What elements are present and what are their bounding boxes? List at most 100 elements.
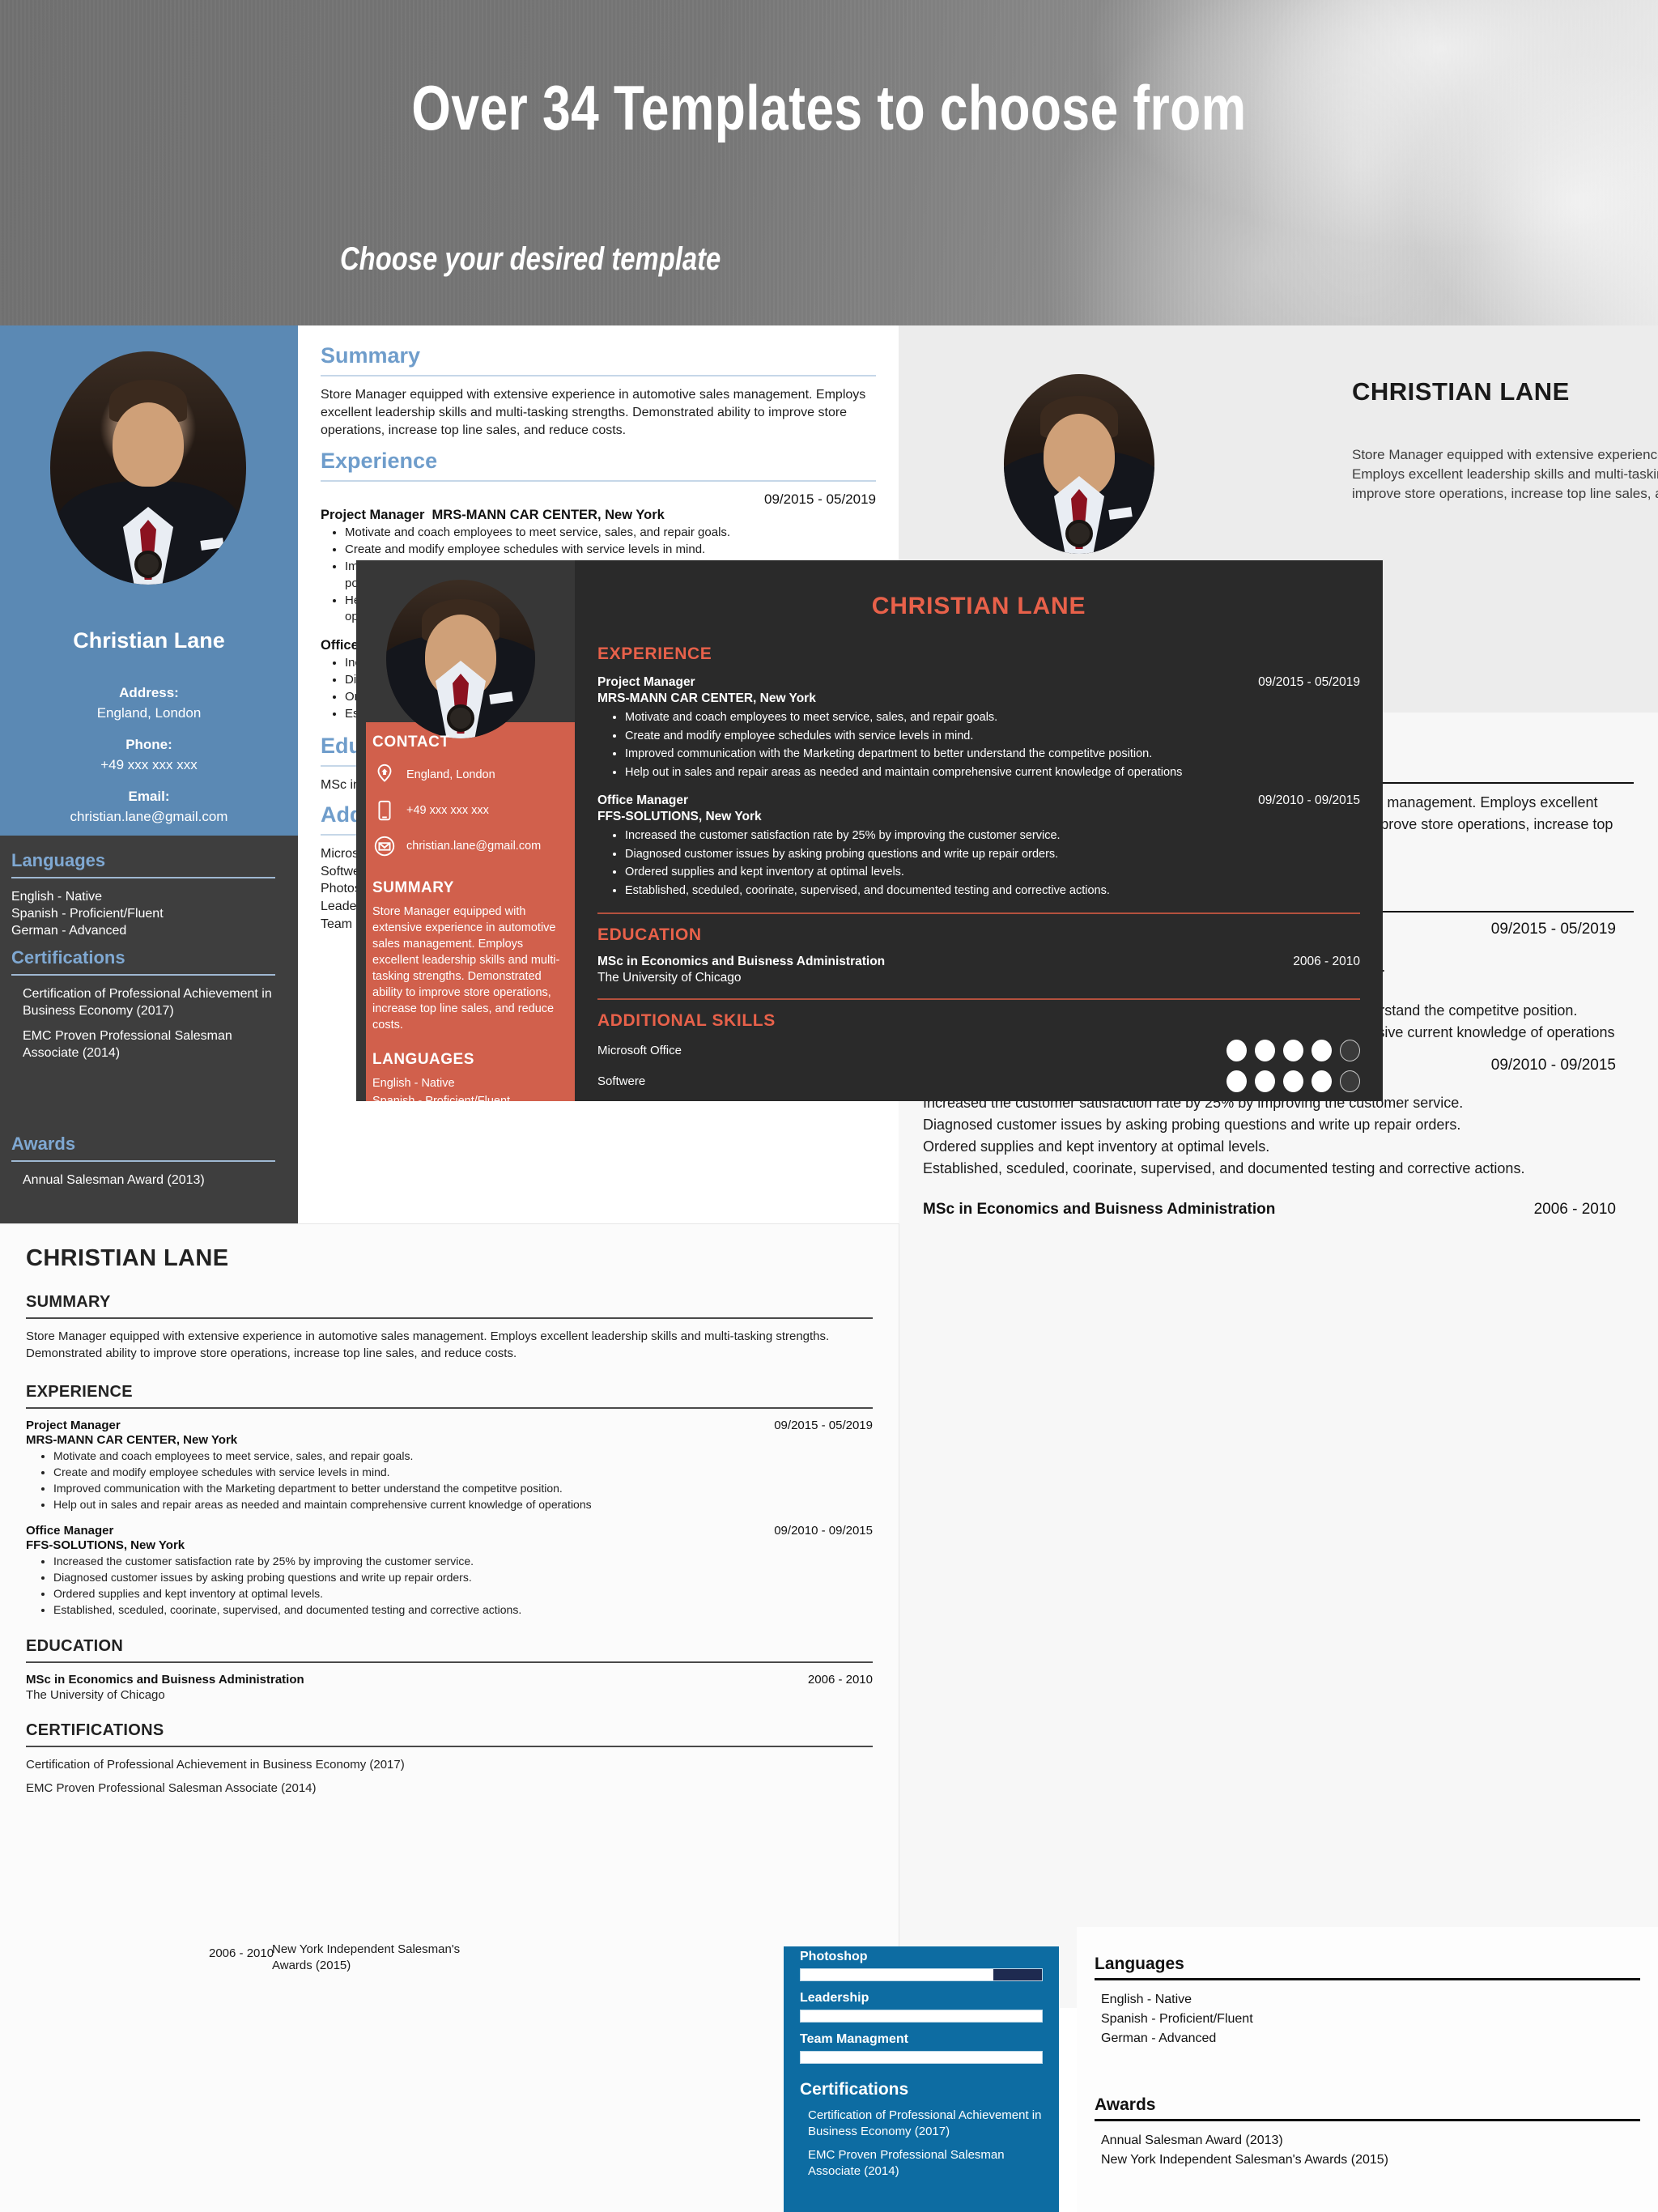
hero-subtitle: Choose your desired template — [340, 241, 721, 277]
section-heading: CERTIFICATIONS — [26, 1721, 164, 1740]
list-item: German - Advanced — [11, 924, 127, 938]
list-item: Certification of Professional Achievemen… — [26, 1758, 405, 1772]
list-item: EMC Proven Professional Salesman Associa… — [808, 2148, 1005, 2178]
map-pin-icon — [372, 763, 397, 787]
email-block: Email: christian.lane@gmail.com — [0, 789, 298, 825]
avatar — [1004, 374, 1154, 554]
job-dates: 09/2015 - 05/2019 — [763, 491, 876, 508]
email-value: christian.lane@gmail.com — [70, 809, 228, 824]
template-card-languages-awards[interactable]: Languages English - Native Spanish - Pro… — [1077, 1927, 1658, 2212]
list-item: Motivate and coach employees to meet ser… — [53, 1448, 873, 1464]
contact-location-row: England, London — [372, 763, 560, 787]
list-item: Help out in sales and repair areas as ne… — [53, 1497, 873, 1512]
job-dates: 09/2015 - 05/2019 — [1258, 675, 1360, 689]
job-bullet: Established, sceduled, coorinate, superv… — [923, 1160, 1525, 1176]
education-degree: MSc in Economics and Buisness Administra… — [923, 1201, 1276, 1218]
address-value: England, London — [406, 768, 495, 781]
envelope-icon — [372, 834, 397, 858]
section-heading: CONTACT — [372, 734, 450, 751]
list-item: Diagnosed customer issues by asking prob… — [53, 1570, 873, 1585]
skill-row: Softwere — [597, 1070, 1360, 1092]
list-item: Increased the customer satisfaction rate… — [53, 1554, 873, 1569]
job-bullets: Increased the customer satisfaction rate… — [53, 1554, 873, 1618]
hero-banner: Over 34 Templates to choose from Choose … — [0, 0, 1658, 325]
list-item: Improved communication with the Marketin… — [625, 746, 1360, 763]
list-item: Help out in sales and repair areas as ne… — [625, 764, 1360, 781]
page-title: CHRISTIAN LANE — [1352, 377, 1570, 406]
skill-label: Team Managment — [800, 2032, 908, 2046]
job-company: MRS-MANN CAR CENTER, New York — [597, 691, 816, 705]
list-item: Ordered supplies and kept inventory at o… — [53, 1586, 873, 1602]
languages-section: Languages English - Native Spanish - Pro… — [11, 850, 287, 939]
main-column: CHRISTIAN LANE EXPERIENCE 09/2015 - 05/2… — [575, 560, 1383, 1101]
job-dates: 09/2015 - 05/2019 — [1490, 921, 1616, 938]
job-company: MRS-MANN CAR CENTER, New York — [432, 508, 665, 523]
featured-card-edge — [356, 560, 366, 1101]
job-dates: 09/2015 - 05/2019 — [774, 1419, 873, 1433]
job-bullets: Motivate and coach employees to meet ser… — [53, 1448, 873, 1512]
list-item: Spanish - Proficient/Fluent — [1101, 2012, 1253, 2026]
job-title: Office Manager — [26, 1523, 114, 1538]
job-bullet: Diagnosed customer issues by asking prob… — [923, 1117, 1461, 1133]
list-item: Spanish - Proficient/Fluent — [11, 907, 164, 921]
summary-text: Store Manager equipped with extensive ex… — [372, 905, 560, 1032]
education-school: The University of Chicago — [26, 1687, 165, 1702]
list-item: Improved communication with the Marketin… — [53, 1481, 873, 1496]
summary-text: Store Manager equipped with extensive ex… — [26, 1329, 830, 1360]
contact-phone-row: +49 xxx xxx xxx — [372, 798, 560, 823]
list-item: Ordered supplies and kept inventory at o… — [625, 864, 1360, 881]
certifications-section: Certifications Certification of Professi… — [11, 947, 287, 1070]
skill-label: Photoshop — [800, 1950, 868, 1963]
education-dates: 2006 - 2010 — [1293, 954, 1360, 968]
job-company: FFS-SOLUTIONS, New York — [26, 1538, 185, 1552]
list-item: New York Independent Salesman's Awards (… — [1101, 2153, 1388, 2167]
list-item: Create and modify employee schedules wit… — [625, 728, 1360, 745]
list-item: Create and modify employee schedules wit… — [345, 542, 876, 558]
section-heading: EDUCATION — [26, 1636, 124, 1655]
avatar — [386, 580, 535, 738]
skill-label: Microsoft Office — [597, 1043, 682, 1057]
section-heading: SUMMARY — [26, 1293, 111, 1311]
template-card-dark-featured[interactable]: CONTACT England, London +49 xxx xxx xxx — [356, 560, 1383, 1101]
person-name: Christian Lane — [73, 628, 225, 653]
address-value: England, London — [96, 705, 202, 721]
list-item: Create and modify employee schedules wit… — [53, 1465, 873, 1480]
skill-bar — [800, 2010, 1043, 2023]
awards-section: Awards Annual Salesman Award (2013) — [11, 1134, 287, 1197]
section-heading: Summary — [321, 343, 421, 368]
list-item: EMC Proven Professional Salesman Associa… — [23, 1029, 232, 1061]
section-heading: Experience — [321, 449, 438, 474]
list-item: English - Native — [1101, 1993, 1192, 2006]
list-item: EMC Proven Professional Salesman Associa… — [26, 1780, 317, 1795]
summary-text: Store Manager equipped with extensive ex… — [1352, 447, 1658, 502]
section-heading: Languages — [1095, 1955, 1184, 1973]
job-bullets: Motivate and coach employees to meet ser… — [625, 709, 1360, 781]
list-item: Certification of Professional Achievemen… — [808, 2108, 1042, 2138]
skill-bar — [800, 2051, 1043, 2064]
education-dates: 2006 - 2010 — [807, 1672, 873, 1687]
education-school: The University of Chicago — [597, 970, 742, 985]
template-card-plain-left[interactable]: CHRISTIAN LANE SUMMARY Store Manager equ… — [0, 1224, 899, 2212]
phone-value: +49 xxx xxx xxx — [406, 804, 489, 817]
list-item: New York Independent Salesman's Awards (… — [272, 1942, 461, 1973]
job-company: MRS-MANN CAR CENTER, New York — [26, 1433, 238, 1448]
list-item: Motivate and coach employees to meet ser… — [345, 525, 876, 541]
education-degree: MSc in Economics and Buisness Administra… — [597, 954, 886, 968]
mobile-phone-icon — [372, 798, 397, 823]
section-heading: Certifications — [11, 947, 125, 968]
list-item: Annual Salesman Award (2013) — [1101, 2133, 1283, 2147]
page-title: CHRISTIAN LANE — [871, 593, 1086, 619]
summary-text: Store Manager equipped with extensive ex… — [321, 388, 866, 437]
template-card-blue-bars[interactable]: Photoshop Leadership Team Managment Cert… — [784, 1946, 1059, 2212]
job-company: FFS-SOLUTIONS, New York — [597, 810, 762, 824]
job-title: Project Manager — [597, 675, 695, 689]
job-title: Office Manager — [597, 793, 688, 808]
job-title: Project Manager — [26, 1419, 121, 1433]
list-item: Certification of Professional Achievemen… — [23, 987, 272, 1019]
list-item: Spanish - Proficient/Fluent — [372, 1094, 511, 1101]
section-heading: LANGUAGES — [372, 1051, 474, 1068]
list-item: Increased the customer satisfaction rate… — [625, 827, 1360, 844]
phone-label: Phone: — [125, 737, 172, 752]
contact-email-row: christian.lane@gmail.com — [372, 834, 560, 858]
skill-label: Softwere — [597, 1074, 646, 1088]
